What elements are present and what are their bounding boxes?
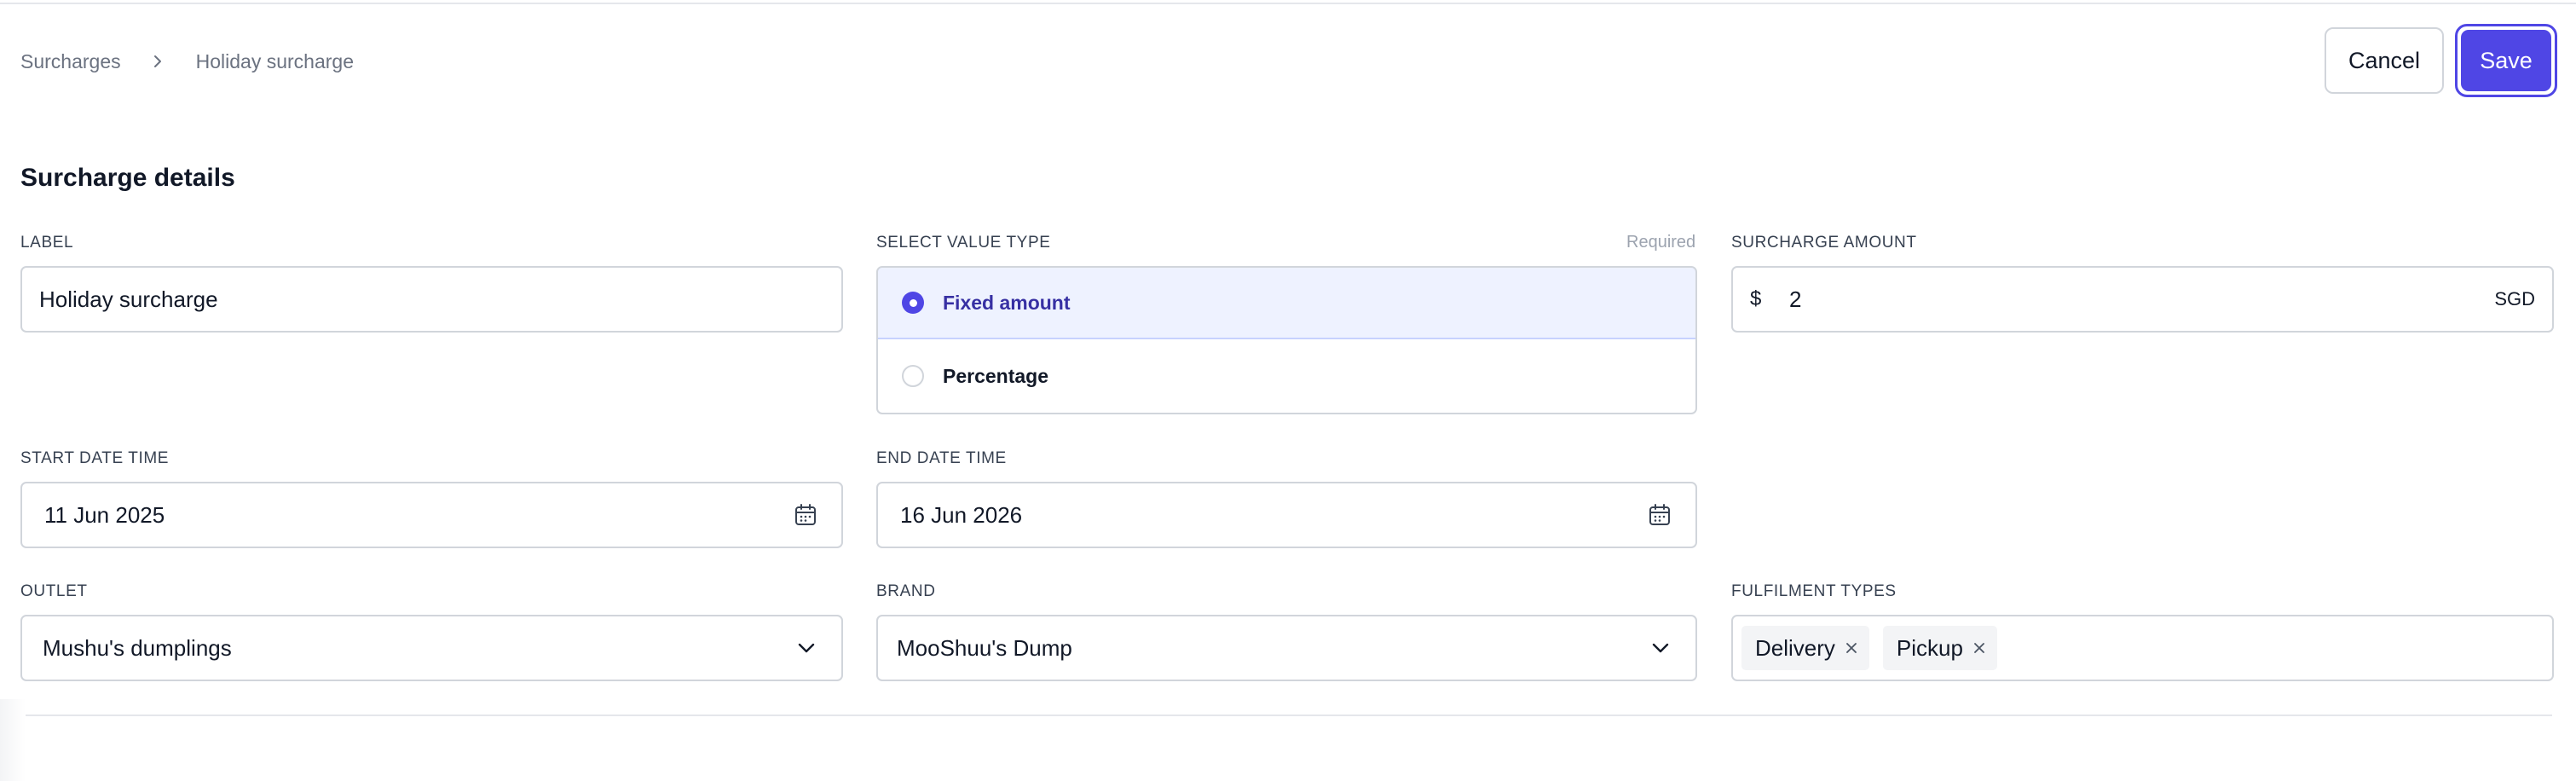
breadcrumb: Surcharges Holiday surcharge bbox=[20, 48, 354, 75]
start-date-field-label: START DATE TIME bbox=[20, 449, 170, 467]
required-indicator: Required bbox=[1626, 233, 1696, 252]
save-button[interactable]: Save bbox=[2461, 30, 2551, 91]
radio-selected-icon bbox=[902, 292, 924, 314]
brand-field-label: BRAND bbox=[876, 582, 936, 600]
section-divider bbox=[20, 714, 2552, 716]
brand-selected-value: MooShuu's Dump bbox=[897, 634, 1072, 661]
surcharge-amount-field-label: SURCHARGE AMOUNT bbox=[1731, 234, 1917, 252]
top-divider bbox=[0, 0, 2576, 4]
tag-pickup: Pickup bbox=[1882, 626, 1997, 670]
end-date-field-label: END DATE TIME bbox=[876, 449, 1007, 467]
chevron-down-icon bbox=[795, 637, 817, 659]
calendar-icon[interactable] bbox=[1648, 503, 1672, 527]
outlet-select[interactable]: Mushu's dumplings bbox=[20, 615, 843, 681]
currency-suffix: SGD bbox=[2494, 288, 2535, 310]
brand-select[interactable]: MooShuu's Dump bbox=[876, 615, 1697, 681]
end-date-input[interactable]: 16 Jun 2026 bbox=[876, 482, 1697, 548]
outlet-selected-value: Mushu's dumplings bbox=[43, 634, 232, 661]
outlet-field-label: OUTLET bbox=[20, 582, 88, 600]
radio-option-fixed-amount[interactable]: Fixed amount bbox=[878, 268, 1695, 339]
surcharge-amount-value: 2 bbox=[1789, 286, 1802, 312]
chevron-right-icon bbox=[150, 54, 165, 69]
surcharge-amount-input[interactable]: $ 2 SGD bbox=[1731, 266, 2554, 333]
value-type-radio-group: Fixed amount Percentage bbox=[876, 266, 1697, 414]
remove-tag-icon[interactable] bbox=[1972, 640, 1987, 656]
radio-option-label: Percentage bbox=[943, 364, 1049, 387]
fulfilment-types-multiselect[interactable]: Delivery Pickup bbox=[1731, 615, 2554, 681]
breadcrumb-link-surcharges[interactable]: Surcharges bbox=[20, 50, 121, 73]
tag-label: Delivery bbox=[1755, 634, 1835, 661]
remove-tag-icon[interactable] bbox=[1844, 640, 1859, 656]
start-date-input[interactable]: 11 Jun 2025 bbox=[20, 482, 843, 548]
calendar-icon[interactable] bbox=[794, 503, 817, 527]
end-date-value: 16 Jun 2026 bbox=[900, 501, 1023, 528]
label-field-label: LABEL bbox=[20, 234, 74, 252]
tag-label: Pickup bbox=[1896, 634, 1963, 661]
start-date-value: 11 Jun 2025 bbox=[44, 501, 165, 528]
cancel-button[interactable]: Cancel bbox=[2325, 27, 2444, 94]
chevron-down-icon bbox=[1649, 637, 1672, 659]
save-button-focus-ring: Save bbox=[2455, 24, 2557, 97]
value-type-field-label: SELECT VALUE TYPE bbox=[876, 234, 1051, 252]
label-input[interactable]: Holiday surcharge bbox=[20, 266, 843, 333]
radio-option-percentage[interactable]: Percentage bbox=[878, 339, 1695, 413]
label-input-value: Holiday surcharge bbox=[39, 286, 218, 312]
fulfilment-types-field-label: FULFILMENT TYPES bbox=[1731, 582, 1897, 600]
breadcrumb-current: Holiday surcharge bbox=[195, 49, 354, 72]
section-title: Surcharge details bbox=[20, 164, 235, 192]
radio-option-label: Fixed amount bbox=[943, 291, 1071, 314]
sidebar-edge-shadow bbox=[0, 699, 26, 781]
currency-prefix: $ bbox=[1750, 287, 1762, 310]
tag-delivery: Delivery bbox=[1741, 626, 1869, 670]
radio-unselected-icon bbox=[902, 365, 924, 387]
